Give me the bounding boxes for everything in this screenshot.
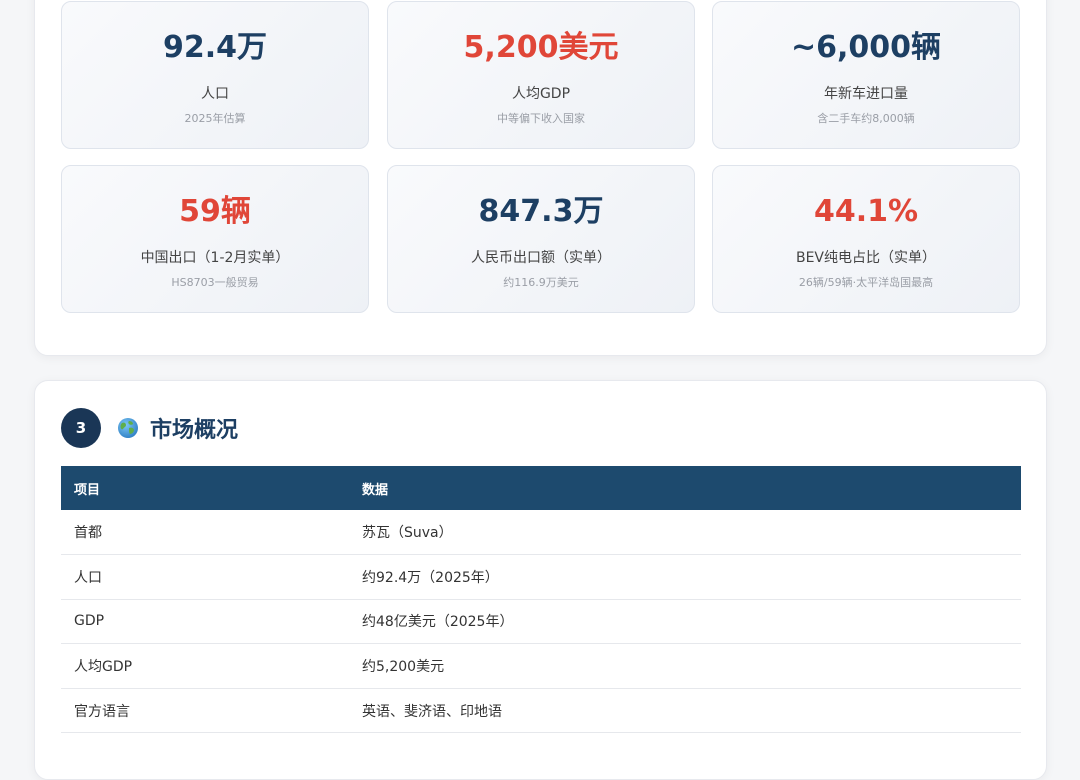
section-header: 3 市场概况 xyxy=(61,408,238,448)
stat-label: 人民币出口额（实单） xyxy=(471,250,611,266)
stat-label: 年新车进口量 xyxy=(824,86,908,102)
table-row: 官方语言 英语、斐济语、印地语 xyxy=(61,688,1021,734)
table-cell-key: 人口 xyxy=(61,554,349,600)
table-cell-key: 官方语言 xyxy=(61,688,349,734)
stat-subtext: 约116.9万美元 xyxy=(503,276,579,289)
table-cell-value: 英语、斐济语、印地语 xyxy=(349,688,1021,734)
stat-card-china-exports: 59辆 中国出口（1-2月实单） HS8703一般贸易 xyxy=(61,165,369,313)
stat-card-bev-share: 44.1% BEV纯电占比（实单） 26辆/59辆·太平洋岛国最高 xyxy=(712,165,1020,313)
table-cell-key: GDP xyxy=(61,599,349,645)
table-row: GDP 约48亿美元（2025年） xyxy=(61,599,1021,645)
column-header-data: 数据 xyxy=(349,466,1021,510)
stat-value: ~6,000辆 xyxy=(790,30,942,65)
stat-value: 5,200美元 xyxy=(463,30,619,65)
stat-value: 92.4万 xyxy=(162,30,268,65)
table-header-row: 项目 数据 xyxy=(61,466,1021,510)
stat-label: BEV纯电占比（实单） xyxy=(795,250,937,266)
stat-value: 59辆 xyxy=(179,194,251,229)
table-row: 人均GDP 约5,200美元 xyxy=(61,643,1021,689)
key-stats-card: 92.4万 人口 2025年估算 5,200美元 人均GDP 中等偏下收入国家 … xyxy=(34,0,1047,356)
market-overview-table: 项目 数据 首都 苏瓦（Suva） 人口 约92.4万（2025年） GDP 约… xyxy=(61,466,1021,734)
stat-label: 人均GDP xyxy=(511,86,571,102)
table-cell-value: 苏瓦（Suva） xyxy=(349,510,1021,556)
stat-card-rmb-export-value: 847.3万 人民币出口额（实单） 约116.9万美元 xyxy=(387,165,695,313)
stat-subtext: 中等偏下收入国家 xyxy=(497,112,585,125)
section-title: 市场概况 xyxy=(150,418,239,443)
stat-card-car-imports: ~6,000辆 年新车进口量 含二手车约8,000辆 xyxy=(712,1,1020,149)
globe-icon xyxy=(118,418,138,438)
stat-label: 中国出口（1-2月实单） xyxy=(140,250,290,266)
table-row: 人口 约92.4万（2025年） xyxy=(61,554,1021,600)
table-cell-key: 首都 xyxy=(61,510,349,556)
table-cell-key: 人均GDP xyxy=(61,643,349,689)
column-header-item: 项目 xyxy=(61,466,349,510)
table-cell-value: 约5,200美元 xyxy=(349,643,1021,689)
section-number-badge: 3 xyxy=(61,408,101,448)
stat-card-gdp-per-capita: 5,200美元 人均GDP 中等偏下收入国家 xyxy=(387,1,695,149)
stat-card-population: 92.4万 人口 2025年估算 xyxy=(61,1,369,149)
stat-subtext: 含二手车约8,000辆 xyxy=(817,112,915,125)
stat-subtext: HS8703一般贸易 xyxy=(171,276,259,289)
market-overview-card: 3 市场概况 项目 数据 首都 苏瓦（Suva） 人口 约92.4万（2025年… xyxy=(34,380,1047,780)
stat-subtext: 26辆/59辆·太平洋岛国最高 xyxy=(798,276,934,289)
table-cell-value: 约48亿美元（2025年） xyxy=(349,599,1021,645)
table-cell-value: 约92.4万（2025年） xyxy=(349,554,1021,600)
table-row: 首都 苏瓦（Suva） xyxy=(61,510,1021,556)
stat-label: 人口 xyxy=(201,86,229,102)
stat-value: 847.3万 xyxy=(478,194,604,229)
stat-value: 44.1% xyxy=(813,194,919,229)
stat-subtext: 2025年估算 xyxy=(184,112,246,125)
